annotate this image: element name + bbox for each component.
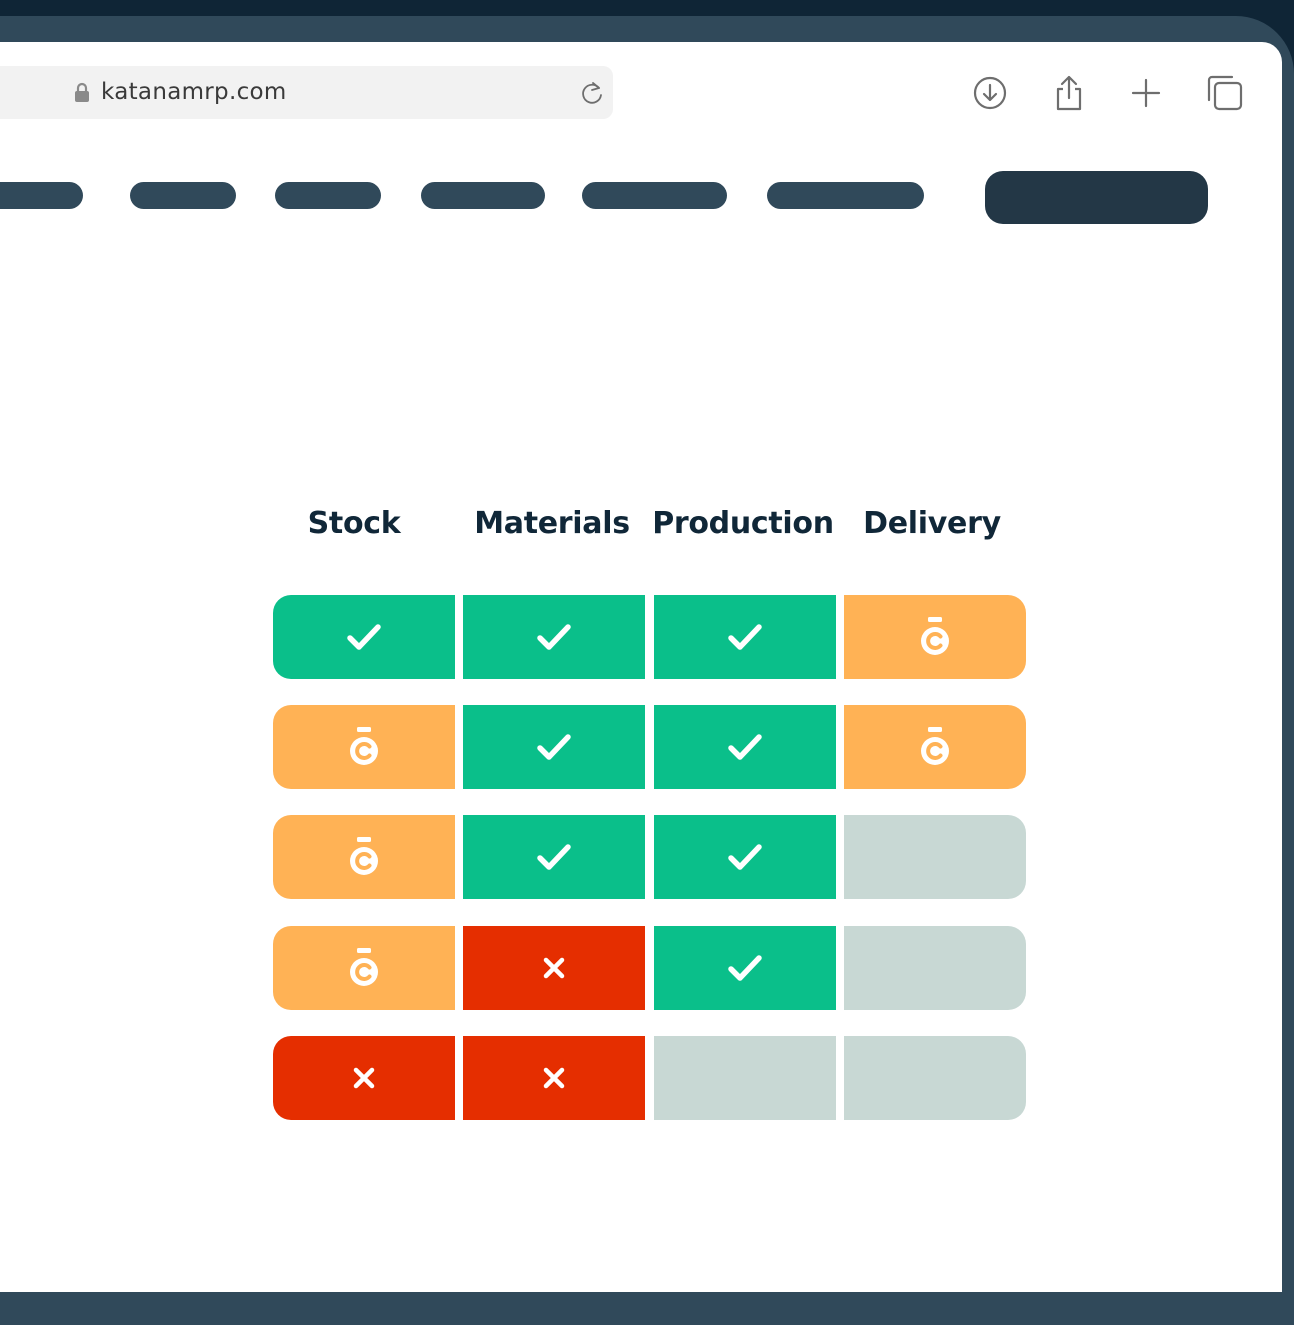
nav-link-placeholder-6[interactable]	[767, 182, 924, 209]
url-text: katanamrp.com	[101, 79, 287, 105]
status-cell-materials-blocked	[463, 1036, 645, 1120]
check-icon	[727, 842, 763, 872]
check-icon	[536, 842, 572, 872]
browser-window: katanamrp.com Stock Materials Production De…	[0, 42, 1282, 1292]
status-cell-production-done	[654, 595, 836, 679]
address-bar[interactable]: katanamrp.com	[0, 66, 613, 119]
status-cell-stock-done	[273, 595, 455, 679]
status-cell-delivery-empty	[844, 1036, 1026, 1120]
share-icon[interactable]	[1050, 74, 1088, 112]
nav-link-placeholder-3[interactable]	[275, 182, 381, 209]
status-cell-stock-pending	[273, 926, 455, 1010]
column-header-stock: Stock	[307, 506, 401, 541]
stopwatch-icon	[347, 946, 381, 990]
x-icon	[542, 956, 566, 980]
nav-link-placeholder-4[interactable]	[421, 182, 545, 209]
download-icon[interactable]	[971, 74, 1009, 112]
nav-link-placeholder-1[interactable]	[0, 182, 83, 209]
stopwatch-icon	[347, 725, 381, 769]
status-cell-materials-done	[463, 815, 645, 899]
x-icon	[352, 1066, 376, 1090]
stopwatch-icon	[918, 725, 952, 769]
status-cell-materials-done	[463, 595, 645, 679]
status-cell-production-done	[654, 705, 836, 789]
device-bottom-bezel	[0, 1292, 1294, 1325]
x-icon	[542, 1066, 566, 1090]
plus-icon[interactable]	[1127, 74, 1165, 112]
status-cell-delivery-pending	[844, 595, 1026, 679]
status-cell-delivery-empty	[844, 926, 1026, 1010]
reload-icon[interactable]	[579, 80, 605, 106]
status-cell-stock-pending	[273, 815, 455, 899]
nav-link-placeholder-5[interactable]	[582, 182, 727, 209]
check-icon	[536, 732, 572, 762]
status-cell-materials-done	[463, 705, 645, 789]
stopwatch-icon	[347, 835, 381, 879]
check-icon	[346, 622, 382, 652]
status-cell-production-done	[654, 926, 836, 1010]
stopwatch-icon	[918, 615, 952, 659]
column-header-delivery: Delivery	[863, 506, 1001, 541]
check-icon	[536, 622, 572, 652]
status-cell-production-empty	[654, 1036, 836, 1120]
nav-link-placeholder-2[interactable]	[130, 182, 236, 209]
status-cell-production-done	[654, 815, 836, 899]
status-cell-delivery-pending	[844, 705, 1026, 789]
status-cell-stock-blocked	[273, 1036, 455, 1120]
lock-icon	[75, 82, 89, 102]
check-icon	[727, 953, 763, 983]
cta-button-placeholder[interactable]	[985, 171, 1208, 224]
status-cell-delivery-empty	[844, 815, 1026, 899]
check-icon	[727, 732, 763, 762]
status-cell-stock-pending	[273, 705, 455, 789]
status-cell-materials-blocked	[463, 926, 645, 1010]
check-icon	[727, 622, 763, 652]
tabs-icon[interactable]	[1206, 74, 1244, 112]
column-header-production: Production	[652, 506, 834, 541]
column-header-materials: Materials	[474, 506, 630, 541]
